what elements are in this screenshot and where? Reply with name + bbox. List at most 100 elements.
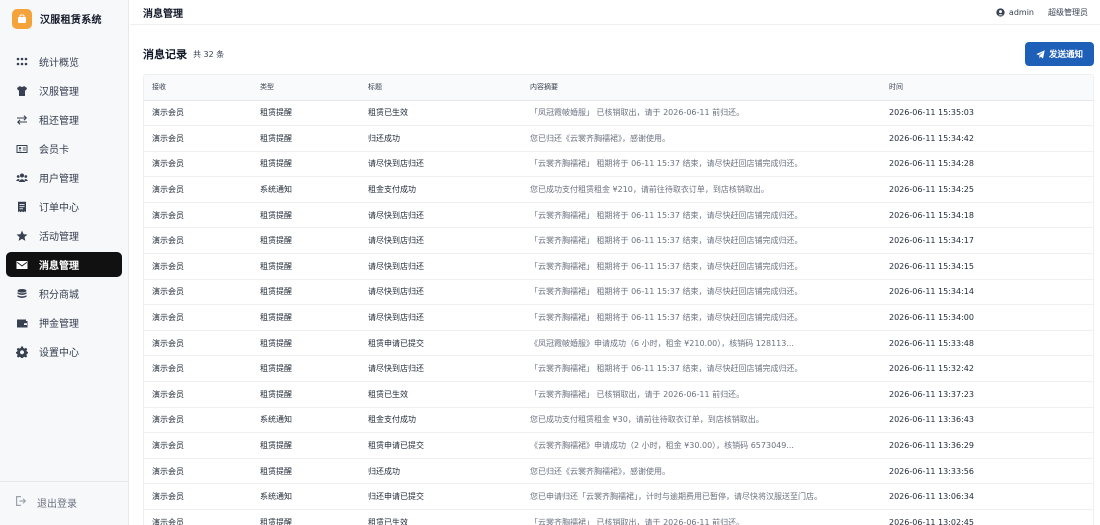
table-row[interactable]: 演示会员 租赁提醒 请尽快到店归还 「云裳齐胸襦裙」 租期将于 06-11 15:37…: [144, 253, 1093, 280]
table-row[interactable]: 演示会员 租赁提醒 租赁已生效 「凤冠霞帔婚服」 已核销取出，请于 2026-06-1…: [144, 100, 1093, 127]
cell-title: 请尽快到店归还: [360, 279, 522, 306]
cell-time: 2026-06-11 15:34:18: [881, 202, 1093, 229]
sidebar-footer: [0, 481, 128, 482]
sidebar-item-hanfu[interactable]: 汉服管理: [6, 78, 122, 103]
cell-type: 租赁提醒: [252, 125, 360, 152]
brand: 汉服租赁系统: [0, 0, 128, 37]
table-row[interactable]: 演示会员 租赁提醒 请尽快到店归还 「云裳齐胸襦裙」 租期将于 06-11 15:37…: [144, 304, 1093, 331]
sidebar-item-users[interactable]: 用户管理: [6, 165, 122, 190]
send-notification-button[interactable]: 发送通知: [1025, 42, 1094, 66]
sidebar-item-label: 活动管理: [39, 232, 79, 243]
table-row[interactable]: 演示会员 租赁提醒 请尽快到店归还 「云裳齐胸襦裙」 租期将于 06-11 15:37…: [144, 151, 1093, 178]
cell-summary: 您已申请归还「云裳齐胸襦裙」，计时与逾期费用已暂停，请尽快将汉服送至门店。: [522, 483, 881, 510]
message-table: 接收 类型 标题 内容摘要 时间 演示会员 租赁提醒 租赁已生效 「凤冠霞帔婚服」 已…: [144, 75, 1093, 525]
sidebar: 汉服租赁系统 统计概览 汉服管理 租还管理 会员卡 用户管理 订单中心 活动管理…: [0, 0, 129, 525]
cell-time: 2026-06-11 15:34:00: [881, 304, 1093, 331]
envelope-icon: [15, 258, 29, 272]
send-notification-label: 发送通知: [1048, 50, 1083, 60]
table-row[interactable]: 演示会员 租赁提醒 请尽快到店归还 「云裳齐胸襦裙」 租期将于 06-11 15:37…: [144, 355, 1093, 383]
user-role: 超级管理员: [1048, 8, 1088, 17]
sidebar-item-label: 积分商城: [39, 290, 79, 301]
user-menu[interactable]: admin 超级管理员: [996, 0, 1088, 25]
cell-recipient: 演示会员: [144, 304, 252, 331]
cell-type: 租赁提醒: [252, 253, 360, 280]
logout-label: 退出登录: [37, 499, 77, 510]
cell-recipient: 演示会员: [144, 509, 252, 525]
cell-title: 租赁申请已提交: [360, 330, 522, 357]
cell-time: 2026-06-11 13:36:43: [881, 407, 1093, 434]
column-header-summary: 内容摘要: [522, 75, 881, 101]
column-header-title: 标题: [360, 75, 522, 101]
cell-time: 2026-06-11 15:32:42: [881, 355, 1093, 383]
column-header-time: 时间: [881, 75, 1093, 101]
brand-logo-icon: [12, 8, 32, 29]
cell-title: 请尽快到店归还: [360, 304, 522, 331]
cell-title: 请尽快到店归还: [360, 355, 522, 383]
sidebar-item-membership[interactable]: 会员卡: [6, 136, 122, 161]
cell-time: 2026-06-11 15:33:48: [881, 330, 1093, 357]
sidebar-item-label: 设置中心: [39, 348, 79, 359]
table-row[interactable]: 演示会员 租赁提醒 租赁申请已提交 《云裳齐胸襦裙》申请成功（2 小时，租金 ¥30.…: [144, 432, 1093, 459]
sidebar-item-deposit[interactable]: 押金管理: [6, 310, 122, 335]
section-header: 消息记录 共 32 条 发送通知: [143, 40, 1094, 68]
sidebar-item-settings[interactable]: 设置中心: [6, 339, 122, 364]
table-row[interactable]: 演示会员 系统通知 租金支付成功 您已成功支付租赁租金 ¥210，请前往待取衣订单，到…: [144, 176, 1093, 203]
cell-summary: 「云裳齐胸襦裙」 租期将于 06-11 15:37 结束，请尽快赶回店铺完成归还…: [522, 253, 881, 280]
sidebar-item-points-mall[interactable]: 积分商城: [6, 281, 122, 306]
table-row[interactable]: 演示会员 租赁提醒 租赁申请已提交 《凤冠霞帔婚服》申请成功（6 小时，租金 ¥210…: [144, 330, 1093, 357]
cell-summary: 您已成功支付租赁租金 ¥30，请前往待取衣订单，到店核销取出。: [522, 407, 881, 434]
sidebar-item-label: 会员卡: [39, 145, 69, 156]
table-row[interactable]: 演示会员 租赁提醒 请尽快到店归还 「云裳齐胸襦裙」 租期将于 06-11 15:37…: [144, 202, 1093, 229]
shirt-icon: [15, 84, 29, 98]
sidebar-item-activities[interactable]: 活动管理: [6, 223, 122, 248]
cell-time: 2026-06-11 15:34:17: [881, 227, 1093, 255]
cell-time: 2026-06-11 15:34:15: [881, 253, 1093, 280]
sidebar-item-label: 租还管理: [39, 116, 79, 127]
cell-title: 归还成功: [360, 125, 522, 152]
wallet-icon: [15, 316, 29, 330]
cell-recipient: 演示会员: [144, 100, 252, 127]
logout-button[interactable]: 退出登录: [6, 490, 122, 515]
cell-time: 2026-06-11 15:34:14: [881, 279, 1093, 306]
users-icon: [15, 171, 29, 185]
cell-title: 租赁已生效: [360, 100, 522, 127]
cell-summary: 《云裳齐胸襦裙》申请成功（2 小时，租金 ¥30.00），核销码 6573049…: [522, 432, 881, 459]
sidebar-item-messages[interactable]: 消息管理: [6, 252, 122, 277]
sidebar-item-orders[interactable]: 订单中心: [6, 194, 122, 219]
cell-summary: 「云裳齐胸襦裙」 租期将于 06-11 15:37 结束，请尽快赶回店铺完成归还…: [522, 227, 881, 255]
table-row[interactable]: 演示会员 租赁提醒 归还成功 您已归还《云裳齐胸襦裙》，感谢使用。 2026-06-11…: [144, 458, 1093, 485]
column-header-recipient: 接收: [144, 75, 252, 101]
table-row[interactable]: 演示会员 租赁提醒 请尽快到店归还 「云裳齐胸襦裙」 租期将于 06-11 15:37…: [144, 227, 1093, 255]
cell-type: 租赁提醒: [252, 151, 360, 178]
table-row[interactable]: 演示会员 系统通知 归还申请已提交 您已申请归还「云裳齐胸襦裙」，计时与逾期费用已暂停…: [144, 483, 1093, 510]
table-header-row: 接收 类型 标题 内容摘要 时间: [144, 75, 1093, 101]
cell-summary: 「凤冠霞帔婚服」 已核销取出，请于 2026-06-11 前归还。: [522, 100, 881, 127]
user-name: admin: [1008, 8, 1034, 17]
sidebar-item-label: 用户管理: [39, 174, 79, 185]
sidebar-nav: 统计概览 汉服管理 租还管理 会员卡 用户管理 订单中心 活动管理 消息管理 积…: [6, 49, 122, 368]
cell-title: 租赁已生效: [360, 381, 522, 408]
cell-type: 系统通知: [252, 407, 360, 434]
coins-icon: [15, 287, 29, 301]
cell-recipient: 演示会员: [144, 253, 252, 280]
cell-summary: 「云裳齐胸襦裙」 租期将于 06-11 15:37 结束，请尽快赶回店铺完成归还…: [522, 355, 881, 383]
cell-time: 2026-06-11 13:37:23: [881, 381, 1093, 408]
table-row[interactable]: 演示会员 系统通知 租金支付成功 您已成功支付租赁租金 ¥30，请前往待取衣订单，到店…: [144, 407, 1093, 434]
page-title: 消息管理: [143, 8, 183, 20]
sidebar-item-stats[interactable]: 统计概览: [6, 49, 122, 74]
sidebar-item-rental[interactable]: 租还管理: [6, 107, 122, 132]
gear-icon: [15, 345, 29, 359]
cell-time: 2026-06-11 15:34:28: [881, 151, 1093, 178]
cell-summary: 《凤冠霞帔婚服》申请成功（6 小时，租金 ¥210.00），核销码 128113…: [522, 330, 881, 357]
table-row[interactable]: 演示会员 租赁提醒 租赁已生效 「云裳齐胸襦裙」 已核销取出，请于 2026-06-1…: [144, 509, 1093, 525]
message-table-container[interactable]: 接收 类型 标题 内容摘要 时间 演示会员 租赁提醒 租赁已生效 「凤冠霞帔婚服」 已…: [143, 74, 1094, 525]
cell-time: 2026-06-11 13:06:34: [881, 483, 1093, 510]
cell-recipient: 演示会员: [144, 202, 252, 229]
cell-summary: 「云裳齐胸襦裙」 租期将于 06-11 15:37 结束，请尽快赶回店铺完成归还…: [522, 202, 881, 229]
table-row[interactable]: 演示会员 租赁提醒 归还成功 您已归还《云裳齐胸襦裙》，感谢使用。 2026-06-11…: [144, 125, 1093, 152]
cell-summary: 您已归还《云裳齐胸襦裙》，感谢使用。: [522, 458, 881, 485]
grid-icon: [15, 55, 29, 69]
table-row[interactable]: 演示会员 租赁提醒 请尽快到店归还 「云裳齐胸襦裙」 租期将于 06-11 15:37…: [144, 279, 1093, 306]
cell-recipient: 演示会员: [144, 458, 252, 485]
table-row[interactable]: 演示会员 租赁提醒 租赁已生效 「云裳齐胸襦裙」 已核销取出，请于 2026-06-1…: [144, 381, 1093, 408]
